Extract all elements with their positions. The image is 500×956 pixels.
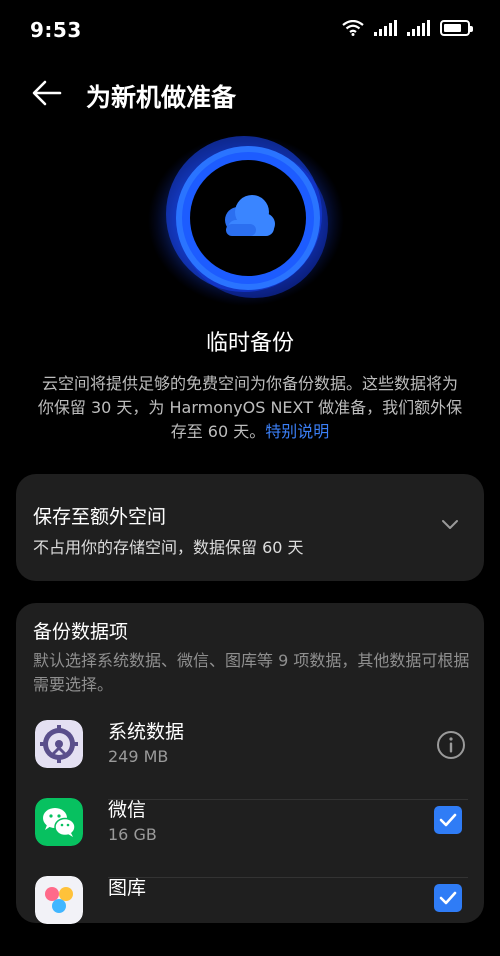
system-data-icon — [35, 720, 83, 768]
status-time: 9:53 — [30, 18, 82, 42]
item-size: 16 GB — [108, 825, 157, 844]
page-title: 为新机做准备 — [86, 83, 237, 112]
wechat-checkbox[interactable] — [434, 806, 462, 834]
status-bar: 9:53 — [0, 0, 500, 64]
status-icons — [342, 20, 473, 36]
info-icon[interactable] — [436, 730, 466, 760]
storage-option-subtitle: 不占用你的存储空间，数据保留 60 天 — [33, 538, 304, 557]
hero-title: 临时备份 — [205, 331, 294, 356]
storage-option-card[interactable]: 保存至额外空间 不占用你的存储空间，数据保留 60 天 — [16, 474, 484, 581]
battery-icon — [440, 20, 473, 36]
signal-2-icon — [407, 20, 430, 36]
checkmark-icon — [439, 813, 457, 827]
wechat-icon — [35, 798, 83, 846]
special-notes-link[interactable]: 特别说明 — [265, 422, 329, 441]
wifi-icon — [342, 20, 364, 36]
item-name: 图库 — [108, 877, 147, 899]
item-name: 微信 — [108, 799, 147, 821]
backup-items-subtitle: 默认选择系统数据、微信、图库等 9 项数据，其他数据可根据需要选择。 — [33, 651, 470, 694]
description-text: 云空间将提供足够的免费空间为你备份数据。这些数据将为你保留 30 天，为 Har… — [36, 372, 464, 444]
signal-icon — [374, 20, 397, 36]
backup-items-card: 备份数据项 默认选择系统数据、微信、图库等 9 项数据，其他数据可根据需要选择。… — [16, 603, 484, 924]
back-arrow-icon[interactable] — [30, 78, 64, 108]
chevron-down-icon — [442, 520, 458, 529]
gallery-icon — [35, 876, 83, 924]
description-body: 云空间将提供足够的免费空间为你备份数据。这些数据将为你保留 30 天，为 Har… — [37, 374, 463, 441]
app-header: 为新机做准备 — [0, 68, 500, 120]
backup-ring-graphic — [148, 134, 344, 306]
storage-option-title: 保存至额外空间 — [33, 506, 167, 528]
checkmark-icon — [439, 891, 457, 905]
item-name: 系统数据 — [108, 721, 185, 743]
list-item-gallery: 图库 — [16, 876, 484, 956]
list-item-system-data: 系统数据 249 MB — [16, 720, 484, 800]
backup-items-title: 备份数据项 — [33, 621, 129, 643]
gallery-checkbox[interactable] — [434, 884, 462, 912]
item-size: 249 MB — [108, 747, 169, 766]
list-item-wechat: 微信 16 GB — [16, 798, 484, 878]
